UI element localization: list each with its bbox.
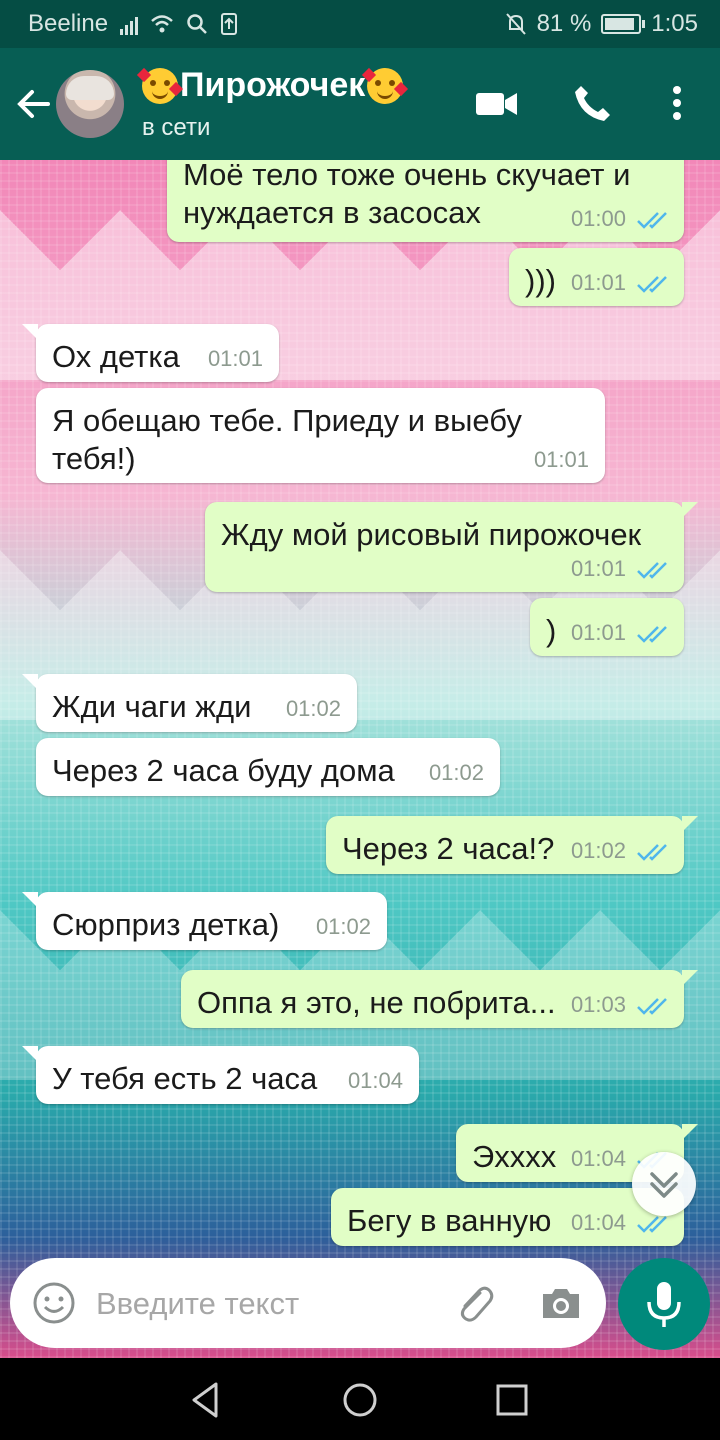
message-text: ) [546,613,557,648]
smiling-hearts-emoji-icon [362,67,409,104]
bubble-tail [22,892,38,908]
search-icon [187,14,207,34]
message-time: 01:04 [347,1068,403,1093]
double-check-icon [637,562,667,579]
microphone-icon [647,1282,681,1327]
smiley-icon[interactable] [30,1279,78,1327]
wifi-icon [151,15,173,33]
message-text: Ох детка [52,339,180,374]
presence-status: в сети [142,114,211,141]
message-time: 01:02 [570,838,626,863]
message-composer[interactable]: Введите текст [10,1258,606,1348]
message-input[interactable]: Введите текст [96,1286,299,1322]
nav-recents-icon[interactable] [490,1378,534,1422]
carrier-label: Beeline [28,10,109,37]
message-text: Оппа я это, не побрита... [197,985,556,1020]
contact-name: Пирожочек [180,66,366,104]
message-time: 01:02 [315,914,371,939]
message-text: Через 2 часа!? [342,831,555,866]
message-time: 01:02 [285,696,341,721]
double-check-icon [637,626,667,643]
message-time: 01:01 [207,346,263,371]
camera-icon[interactable] [537,1279,585,1327]
message-outgoing[interactable]: ))) 01:01 [509,248,684,306]
double-check-icon [637,998,667,1015]
message-text: Моё тело тоже очень скучает и нуждается … [183,160,631,230]
message-time: 01:04 [570,1210,626,1235]
signal-icon [120,13,139,35]
message-time: 01:00 [570,206,626,231]
phone-icon[interactable] [568,78,618,128]
message-text: Через 2 часа буду дома [52,753,395,788]
message-time: 01:02 [428,760,484,785]
message-time: 01:01 [570,270,626,295]
double-chevron-down-icon [650,1172,678,1198]
smiling-hearts-emoji-icon [136,67,184,104]
mic-button[interactable] [618,1258,710,1350]
message-text: Бегу в ванную [347,1203,552,1238]
message-incoming[interactable]: Сюрприз детка) 01:02 [22,892,387,950]
nav-back-icon[interactable] [184,1378,228,1422]
message-incoming[interactable]: Через 2 часа буду дома 01:02 [36,738,500,796]
message-outgoing[interactable]: Через 2 часа!? 01:02 [326,816,698,874]
message-text: Я обещаю тебе. Приеду и выебу тебя!) [52,403,522,476]
message-outgoing[interactable]: Моё тело тоже очень скучает и нуждается … [167,160,684,242]
system-nav-bar [0,1358,720,1440]
video-camera-icon[interactable] [472,78,522,128]
bubble-tail [22,674,38,690]
message-outgoing[interactable]: ) 01:01 [530,598,684,656]
battery-percent: 81 % [536,10,592,37]
scroll-down-button[interactable] [632,1152,696,1216]
chat-header: Пирожочек в сети [0,48,720,160]
bubble-tail [682,970,698,986]
message-text: Жду мой рисовый пирожочек [221,517,642,552]
message-time: 01:03 [570,992,626,1017]
avatar[interactable] [56,70,124,138]
bubble-tail [682,1124,698,1140]
message-outgoing[interactable]: Оппа я это, не побрита... 01:03 [181,970,698,1028]
message-incoming[interactable]: Ох детка 01:01 [22,324,279,382]
bubble-tail [22,1046,38,1062]
bubble-tail [22,324,38,340]
contact-title[interactable]: Пирожочек [136,66,409,105]
message-text: ))) [525,263,556,298]
message-outgoing[interactable]: Жду мой рисовый пирожочек 01:01 [205,502,698,592]
clock: 1:05 [651,10,698,37]
double-check-icon [637,1216,667,1233]
message-text: У тебя есть 2 часа [52,1061,318,1096]
message-text: Сюрприз детка) [52,907,280,942]
message-time: 01:01 [570,556,626,581]
double-check-icon [637,844,667,861]
more-vertical-icon[interactable] [652,78,702,128]
message-text: Жди чаги жди [52,689,252,724]
message-text: Эхххх [472,1139,557,1174]
double-check-icon [637,276,667,293]
message-incoming[interactable]: Я обещаю тебе. Приеду и выебу тебя!) 01:… [36,388,605,483]
bubble-tail [682,502,698,518]
arrow-left-icon[interactable] [12,82,56,126]
message-incoming[interactable]: Жди чаги жди 01:02 [22,674,357,732]
mute-bell-icon [505,13,526,35]
paperclip-icon[interactable] [450,1279,498,1327]
chat-area[interactable]: Моё тело тоже очень скучает и нуждается … [0,160,720,1358]
nav-home-icon[interactable] [338,1378,382,1422]
upload-icon [221,13,238,35]
message-incoming[interactable]: У тебя есть 2 часа 01:04 [22,1046,419,1104]
message-time: 01:01 [570,620,626,645]
double-check-icon [637,212,667,229]
battery-icon [601,14,646,34]
bubble-tail [682,816,698,832]
status-bar: Beeline 81 % 1:05 [0,0,720,48]
message-time: 01:01 [533,447,589,472]
message-time: 01:04 [570,1146,626,1171]
